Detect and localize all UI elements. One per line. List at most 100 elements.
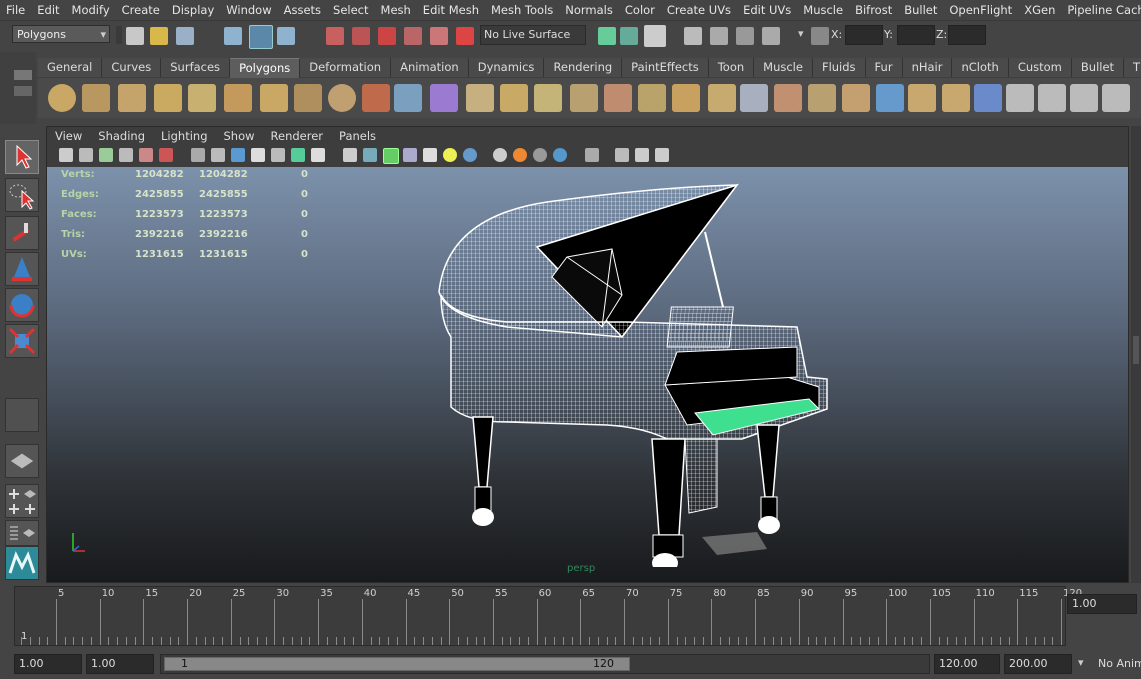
menu-window[interactable]: Window: [220, 3, 277, 17]
y-field[interactable]: [897, 25, 935, 45]
reduce-icon[interactable]: [876, 84, 904, 112]
menu-openflight[interactable]: OpenFlight: [943, 3, 1018, 17]
shelf-tab-deformation[interactable]: Deformation: [300, 58, 392, 77]
move-tool[interactable]: [5, 252, 39, 286]
outliner-layout[interactable]: [5, 520, 39, 546]
menu-modify[interactable]: Modify: [66, 3, 116, 17]
menu-create[interactable]: Create: [116, 3, 166, 17]
snap-curve-icon[interactable]: [352, 27, 370, 45]
menu-muscle[interactable]: Muscle: [797, 3, 849, 17]
menu-mesh-tools[interactable]: Mesh Tools: [485, 3, 559, 17]
panel-menu-view[interactable]: View: [47, 129, 90, 143]
menuset-dropdown[interactable]: Polygons ▾: [12, 25, 110, 43]
two-d-pan-zoom-icon[interactable]: [139, 148, 153, 162]
single-view-layout[interactable]: [5, 444, 39, 478]
poly-pipe-icon[interactable]: [294, 84, 322, 112]
construction-history-icon[interactable]: [620, 27, 638, 45]
shelf-tabs-icon[interactable]: [14, 86, 32, 96]
shelf-tab-nhair[interactable]: nHair: [902, 58, 953, 77]
smooth-icon[interactable]: [430, 84, 458, 112]
range-slider-track[interactable]: 1 120: [160, 654, 930, 674]
new-scene-icon[interactable]: [126, 27, 144, 45]
menu-select[interactable]: Select: [327, 3, 374, 17]
shelf-tab-ncloth[interactable]: nCloth: [952, 58, 1009, 77]
menu-edit-uvs[interactable]: Edit UVs: [737, 3, 797, 17]
anti-aliasing-icon[interactable]: [533, 148, 547, 162]
xray-components-icon[interactable]: [635, 148, 649, 162]
quadrangulate-icon[interactable]: [942, 84, 970, 112]
last-tool[interactable]: [5, 398, 39, 432]
menu-edit-mesh[interactable]: Edit Mesh: [417, 3, 485, 17]
panel-resize-handle[interactable]: [1133, 336, 1139, 364]
use-lights-icon[interactable]: [443, 148, 457, 162]
booleans-icon[interactable]: [466, 84, 494, 112]
fill-hole-icon[interactable]: [740, 84, 768, 112]
paint-select-tool[interactable]: [5, 216, 39, 250]
poly-sphere-icon[interactable]: [48, 84, 76, 112]
live-surface-field[interactable]: No Live Surface: [480, 25, 586, 45]
automatic-mapping-icon[interactable]: [1102, 84, 1130, 112]
four-view-layout[interactable]: [5, 484, 39, 518]
extrude-icon[interactable]: [500, 84, 528, 112]
menu-create-uvs[interactable]: Create UVs: [661, 3, 737, 17]
shelf-tab-painteffects[interactable]: PaintEffects: [622, 58, 709, 77]
panel-menu-renderer[interactable]: Renderer: [263, 129, 332, 143]
animation-end-field[interactable]: 200.00: [1004, 654, 1072, 674]
poly-cone-icon[interactable]: [154, 84, 182, 112]
shelf-tab-bullet[interactable]: Bullet: [1071, 58, 1125, 77]
panel-menu-lighting[interactable]: Lighting: [153, 129, 215, 143]
menu-edit[interactable]: Edit: [31, 3, 65, 17]
safe-action-icon[interactable]: [291, 148, 305, 162]
safe-title-icon[interactable]: [311, 148, 325, 162]
hypershade-icon[interactable]: [762, 27, 780, 45]
shelf-tab-rendering[interactable]: Rendering: [544, 58, 623, 77]
snap-view-plane-icon[interactable]: [404, 27, 422, 45]
shelf-tab-general[interactable]: General: [38, 58, 103, 77]
shelf-tab-toon[interactable]: Toon: [708, 58, 755, 77]
perspective-viewport[interactable]: Verts: 1204282 1204282 0 Edges: 2425855 242585…: [47, 167, 1128, 582]
menu-bifrost[interactable]: Bifrost: [849, 3, 898, 17]
menu-mesh[interactable]: Mesh: [375, 3, 417, 17]
shelf-tab-muscle[interactable]: Muscle: [754, 58, 813, 77]
bookmarks-icon[interactable]: [99, 148, 113, 162]
poly-torus-icon[interactable]: [224, 84, 252, 112]
depth-of-field-icon[interactable]: [553, 148, 567, 162]
menu-normals[interactable]: Normals: [559, 3, 619, 17]
panel-menu-panels[interactable]: Panels: [331, 129, 384, 143]
shelf-tab-fur[interactable]: Fur: [865, 58, 903, 77]
menu-color[interactable]: Color: [619, 3, 661, 17]
select-object-icon[interactable]: [249, 25, 273, 49]
planar-mapping-icon[interactable]: [1006, 84, 1034, 112]
render-settings-icon[interactable]: [736, 27, 754, 45]
time-slider[interactable]: 5 10 15 20 25 30 35 40 45 50 55 60 65 70 75 80 85 90 95 100…: [14, 586, 1082, 646]
poly-cube-icon[interactable]: [82, 84, 110, 112]
shelf-menu-icon[interactable]: [14, 70, 32, 80]
scale-tool[interactable]: [5, 324, 39, 358]
poly-plane-icon[interactable]: [188, 84, 216, 112]
spherical-mapping-icon[interactable]: [1070, 84, 1098, 112]
current-frame-field[interactable]: 1.00: [1067, 594, 1137, 614]
wireframe-icon[interactable]: [343, 148, 357, 162]
magnet-icon[interactable]: [456, 27, 474, 45]
panel-menu-show[interactable]: Show: [216, 129, 263, 143]
insert-edge-loop-icon[interactable]: [604, 84, 632, 112]
field-chart-icon[interactable]: [271, 148, 285, 162]
render-current-icon[interactable]: [684, 27, 702, 45]
chevron-down-icon[interactable]: ▾: [798, 27, 804, 40]
textured-icon[interactable]: [423, 148, 437, 162]
bridge-icon[interactable]: [534, 84, 562, 112]
select-hierarchy-icon[interactable]: [224, 27, 242, 45]
mirror-geometry-icon[interactable]: [842, 84, 870, 112]
ipr-render-icon[interactable]: [710, 27, 728, 45]
grease-pencil-icon[interactable]: [159, 148, 173, 162]
select-tool[interactable]: [5, 140, 39, 174]
cylindrical-mapping-icon[interactable]: [1038, 84, 1066, 112]
smooth-shade-icon[interactable]: [363, 148, 377, 162]
offset-edge-loop-icon[interactable]: [638, 84, 666, 112]
menu-bullet[interactable]: Bullet: [898, 3, 943, 17]
menu-display[interactable]: Display: [166, 3, 220, 17]
screen-space-ao-icon[interactable]: [493, 148, 507, 162]
menu-xgen[interactable]: XGen: [1018, 3, 1061, 17]
chevron-down-icon[interactable]: ▾: [1078, 656, 1084, 669]
animation-start-field[interactable]: 1.00: [14, 654, 82, 674]
